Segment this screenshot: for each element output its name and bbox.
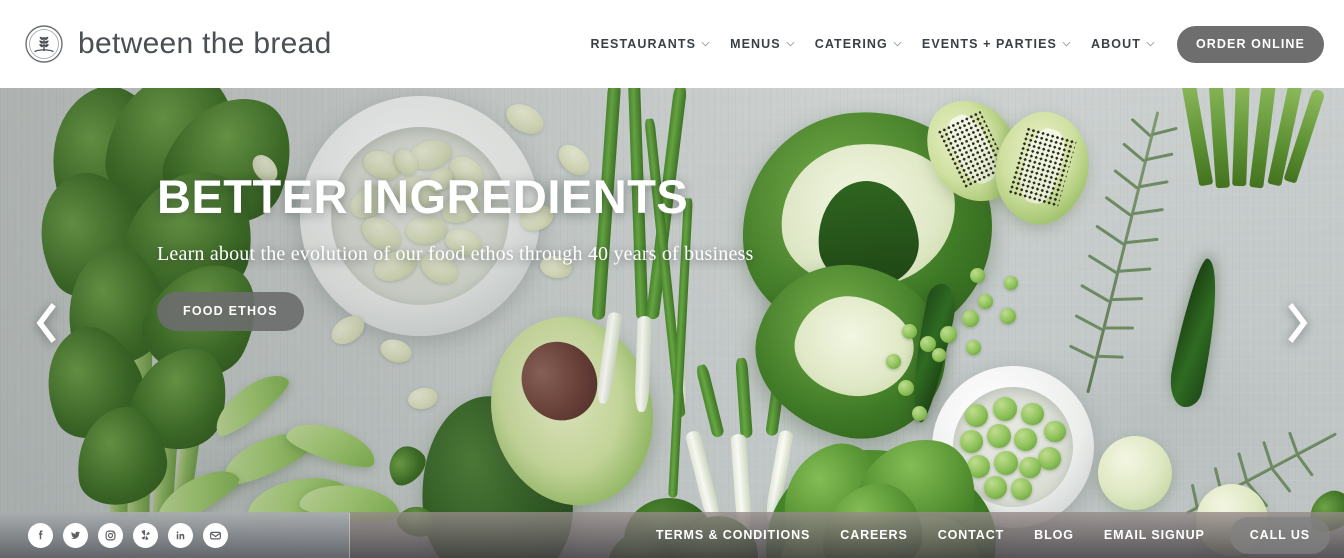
footer-link-careers[interactable]: CAREERS: [825, 528, 922, 542]
nav-item-about[interactable]: ABOUT: [1081, 37, 1165, 51]
site-header: between the bread RESTAURANTS MENUS CATE…: [0, 0, 1344, 88]
nav-label: MENUS: [730, 37, 781, 51]
wheat-sprig-circle-icon: [24, 24, 64, 64]
social-links: [0, 512, 350, 558]
carousel-prev-button[interactable]: [26, 297, 66, 349]
nav-label: RESTAURANTS: [590, 37, 697, 51]
footer-link-blog[interactable]: BLOG: [1019, 528, 1089, 542]
site-footer-bar: TERMS & CONDITIONS CAREERS CONTACT BLOG …: [0, 512, 1344, 558]
chevron-down-icon: [786, 41, 795, 47]
brand-name: between the bread: [78, 27, 332, 60]
hero-copy: BETTER INGREDIENTS Learn about the evolu…: [157, 170, 1057, 332]
call-us-button[interactable]: CALL US: [1229, 516, 1330, 554]
footer-link-email-signup[interactable]: EMAIL SIGNUP: [1089, 528, 1220, 542]
nav-label: ABOUT: [1091, 37, 1141, 51]
food-ethos-button[interactable]: FOOD ETHOS: [157, 292, 304, 332]
instagram-icon[interactable]: [98, 523, 123, 548]
facebook-icon[interactable]: [28, 523, 53, 548]
footer-links: TERMS & CONDITIONS CAREERS CONTACT BLOG …: [350, 512, 1344, 558]
chevron-down-icon: [701, 41, 710, 47]
footer-link-terms-conditions[interactable]: TERMS & CONDITIONS: [641, 528, 825, 542]
email-icon[interactable]: [203, 523, 228, 548]
linkedin-icon[interactable]: [168, 523, 193, 548]
nav-item-menus[interactable]: MENUS: [720, 37, 805, 51]
chevron-down-icon: [893, 41, 902, 47]
twitter-icon[interactable]: [63, 523, 88, 548]
nav-label: EVENTS + PARTIES: [921, 37, 1057, 51]
hero-title: BETTER INGREDIENTS: [157, 170, 689, 223]
nav-item-catering[interactable]: CATERING: [805, 37, 912, 51]
nav-label: CATERING: [814, 37, 888, 51]
main-navigation: RESTAURANTS MENUS CATERING EVENTS + PART…: [580, 25, 1324, 63]
hero-subtitle: Learn about the evolution of our food et…: [157, 243, 754, 266]
carousel-next-button[interactable]: [1278, 297, 1318, 349]
brand-logo-link[interactable]: between the bread: [24, 24, 332, 64]
chevron-down-icon: [1146, 41, 1155, 47]
yelp-icon[interactable]: [133, 523, 158, 548]
chevron-down-icon: [1062, 41, 1071, 47]
footer-link-contact[interactable]: CONTACT: [923, 528, 1019, 542]
hero-carousel: BETTER INGREDIENTS Learn about the evolu…: [0, 88, 1344, 558]
nav-item-restaurants[interactable]: RESTAURANTS: [580, 37, 720, 51]
nav-item-events-parties[interactable]: EVENTS + PARTIES: [912, 37, 1081, 51]
chevron-right-icon: [1288, 303, 1308, 343]
chevron-left-icon: [36, 303, 56, 343]
order-online-button[interactable]: ORDER ONLINE: [1176, 25, 1324, 63]
